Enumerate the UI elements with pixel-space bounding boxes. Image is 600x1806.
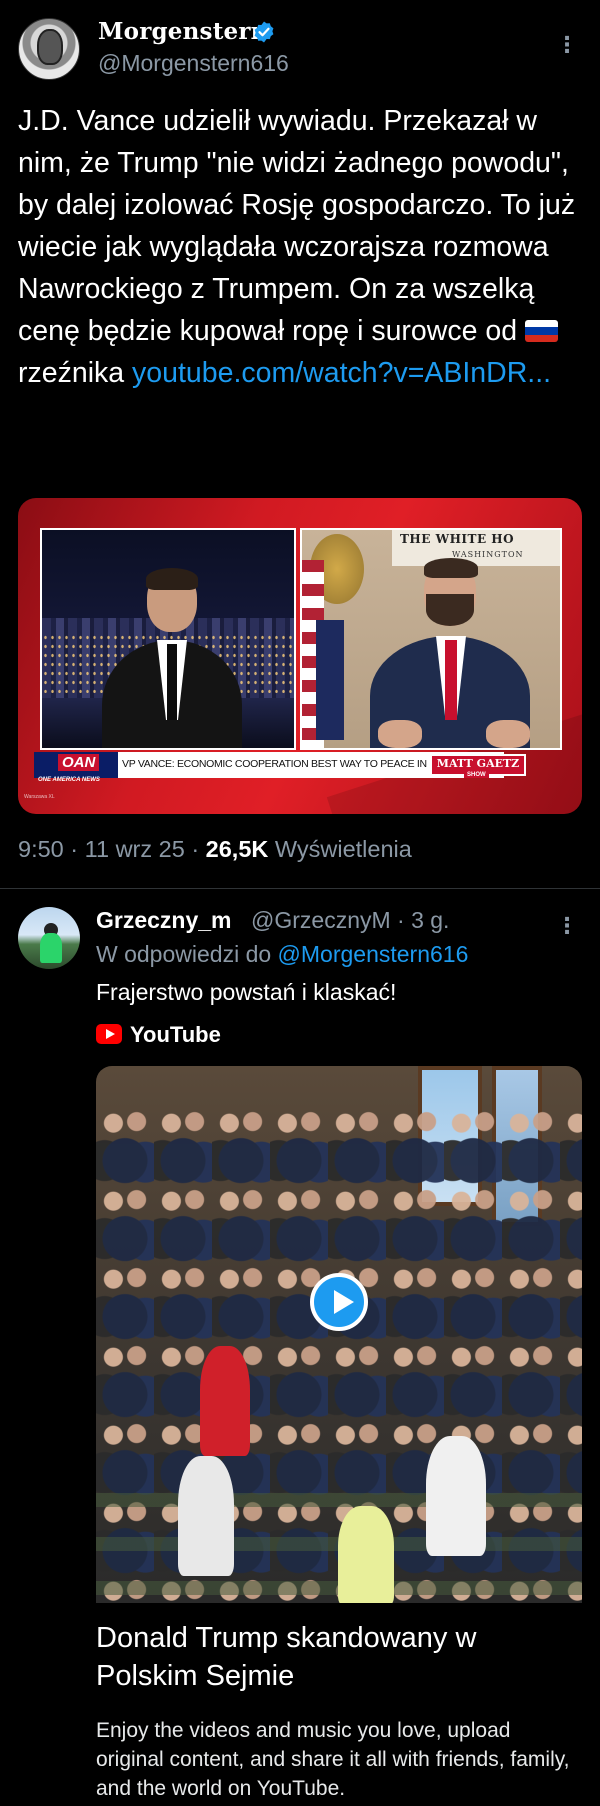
reply-text: Frajerstwo powstań i klaskać!: [96, 979, 397, 1005]
reply-avatar[interactable]: [18, 907, 80, 969]
replying-prefix: W odpowiedzi do: [96, 941, 278, 967]
more-options-icon[interactable]: ⋮: [556, 30, 578, 60]
tweet-media[interactable]: THE WHITE HO WASHINGTON OAN ONE AMERICA …: [18, 498, 582, 814]
card-title[interactable]: Donald Trump skandowany w Polskim Sejmie: [96, 1619, 582, 1695]
replying-handle-link[interactable]: @Morgenstern616: [278, 941, 469, 967]
corner-mark: Warszawa XL: [24, 794, 55, 800]
tweet-meta: 9:50 · 11 wrz 25 · 26,5K Wyświetlenia: [18, 836, 412, 863]
backdrop-title: THE WHITE HO: [400, 532, 515, 546]
backdrop-subtitle: WASHINGTON: [452, 550, 524, 559]
meta-separator: ·: [191, 836, 200, 862]
tweet-text-part: J.D. Vance udzielił wywiadu. Przekazał w…: [18, 105, 576, 347]
play-icon[interactable]: [310, 1273, 368, 1331]
main-tweet[interactable]: Morgenstern @Morgenstern616 ⋮ J.D. Vance…: [0, 0, 600, 888]
more-options-icon[interactable]: ⋮: [556, 911, 578, 941]
network-name: OAN: [58, 754, 100, 771]
replying-to: W odpowiedzi do @Morgenstern616: [96, 941, 468, 968]
reply-handle-time[interactable]: @GrzecznyM · 3 g.: [251, 907, 449, 934]
show-tag-sub: SHOW: [464, 772, 489, 778]
link-source-label: YouTube: [130, 1022, 221, 1047]
author-handle[interactable]: @Morgenstern616: [98, 50, 289, 77]
card-description: Enjoy the videos and music you love, upl…: [96, 1719, 570, 1800]
tweet-date[interactable]: 11 wrz 25: [85, 836, 185, 862]
tweet-text: J.D. Vance udzielił wywiadu. Przekazał w…: [18, 100, 588, 394]
tweet-link[interactable]: youtube.com/watch?v=ABInDR...: [132, 357, 551, 389]
author-avatar[interactable]: [18, 18, 80, 80]
tweet-time[interactable]: 9:50: [18, 836, 64, 862]
network-subtitle: ONE AMERICA NEWS: [38, 777, 100, 783]
author-display-name[interactable]: Morgenstern: [98, 18, 268, 45]
youtube-logo-icon: [96, 1024, 122, 1044]
reply-tweet[interactable]: Grzeczny_m @GrzecznyM · 3 g. ⋮ W odpowie…: [0, 889, 600, 1806]
verified-badge-icon: [254, 21, 274, 43]
video-thumbnail[interactable]: [96, 1066, 582, 1603]
reply-display-name[interactable]: Grzeczny_m: [96, 907, 232, 934]
meta-separator: ·: [70, 836, 79, 862]
views-label[interactable]: Wyświetlenia: [275, 836, 412, 862]
tweet-text-part: rzeźnika: [18, 357, 133, 389]
video-panel-left: [40, 528, 296, 750]
views-count[interactable]: 26,5K: [206, 836, 269, 862]
youtube-link-card[interactable]: Donald Trump skandowany w Polskim Sejmie…: [96, 1066, 582, 1800]
russia-flag-icon: [524, 320, 558, 342]
chyron-text: VP VANCE: ECONOMIC COOPERATION BEST WAY …: [122, 758, 475, 770]
video-panel-right: THE WHITE HO WASHINGTON: [300, 528, 562, 750]
